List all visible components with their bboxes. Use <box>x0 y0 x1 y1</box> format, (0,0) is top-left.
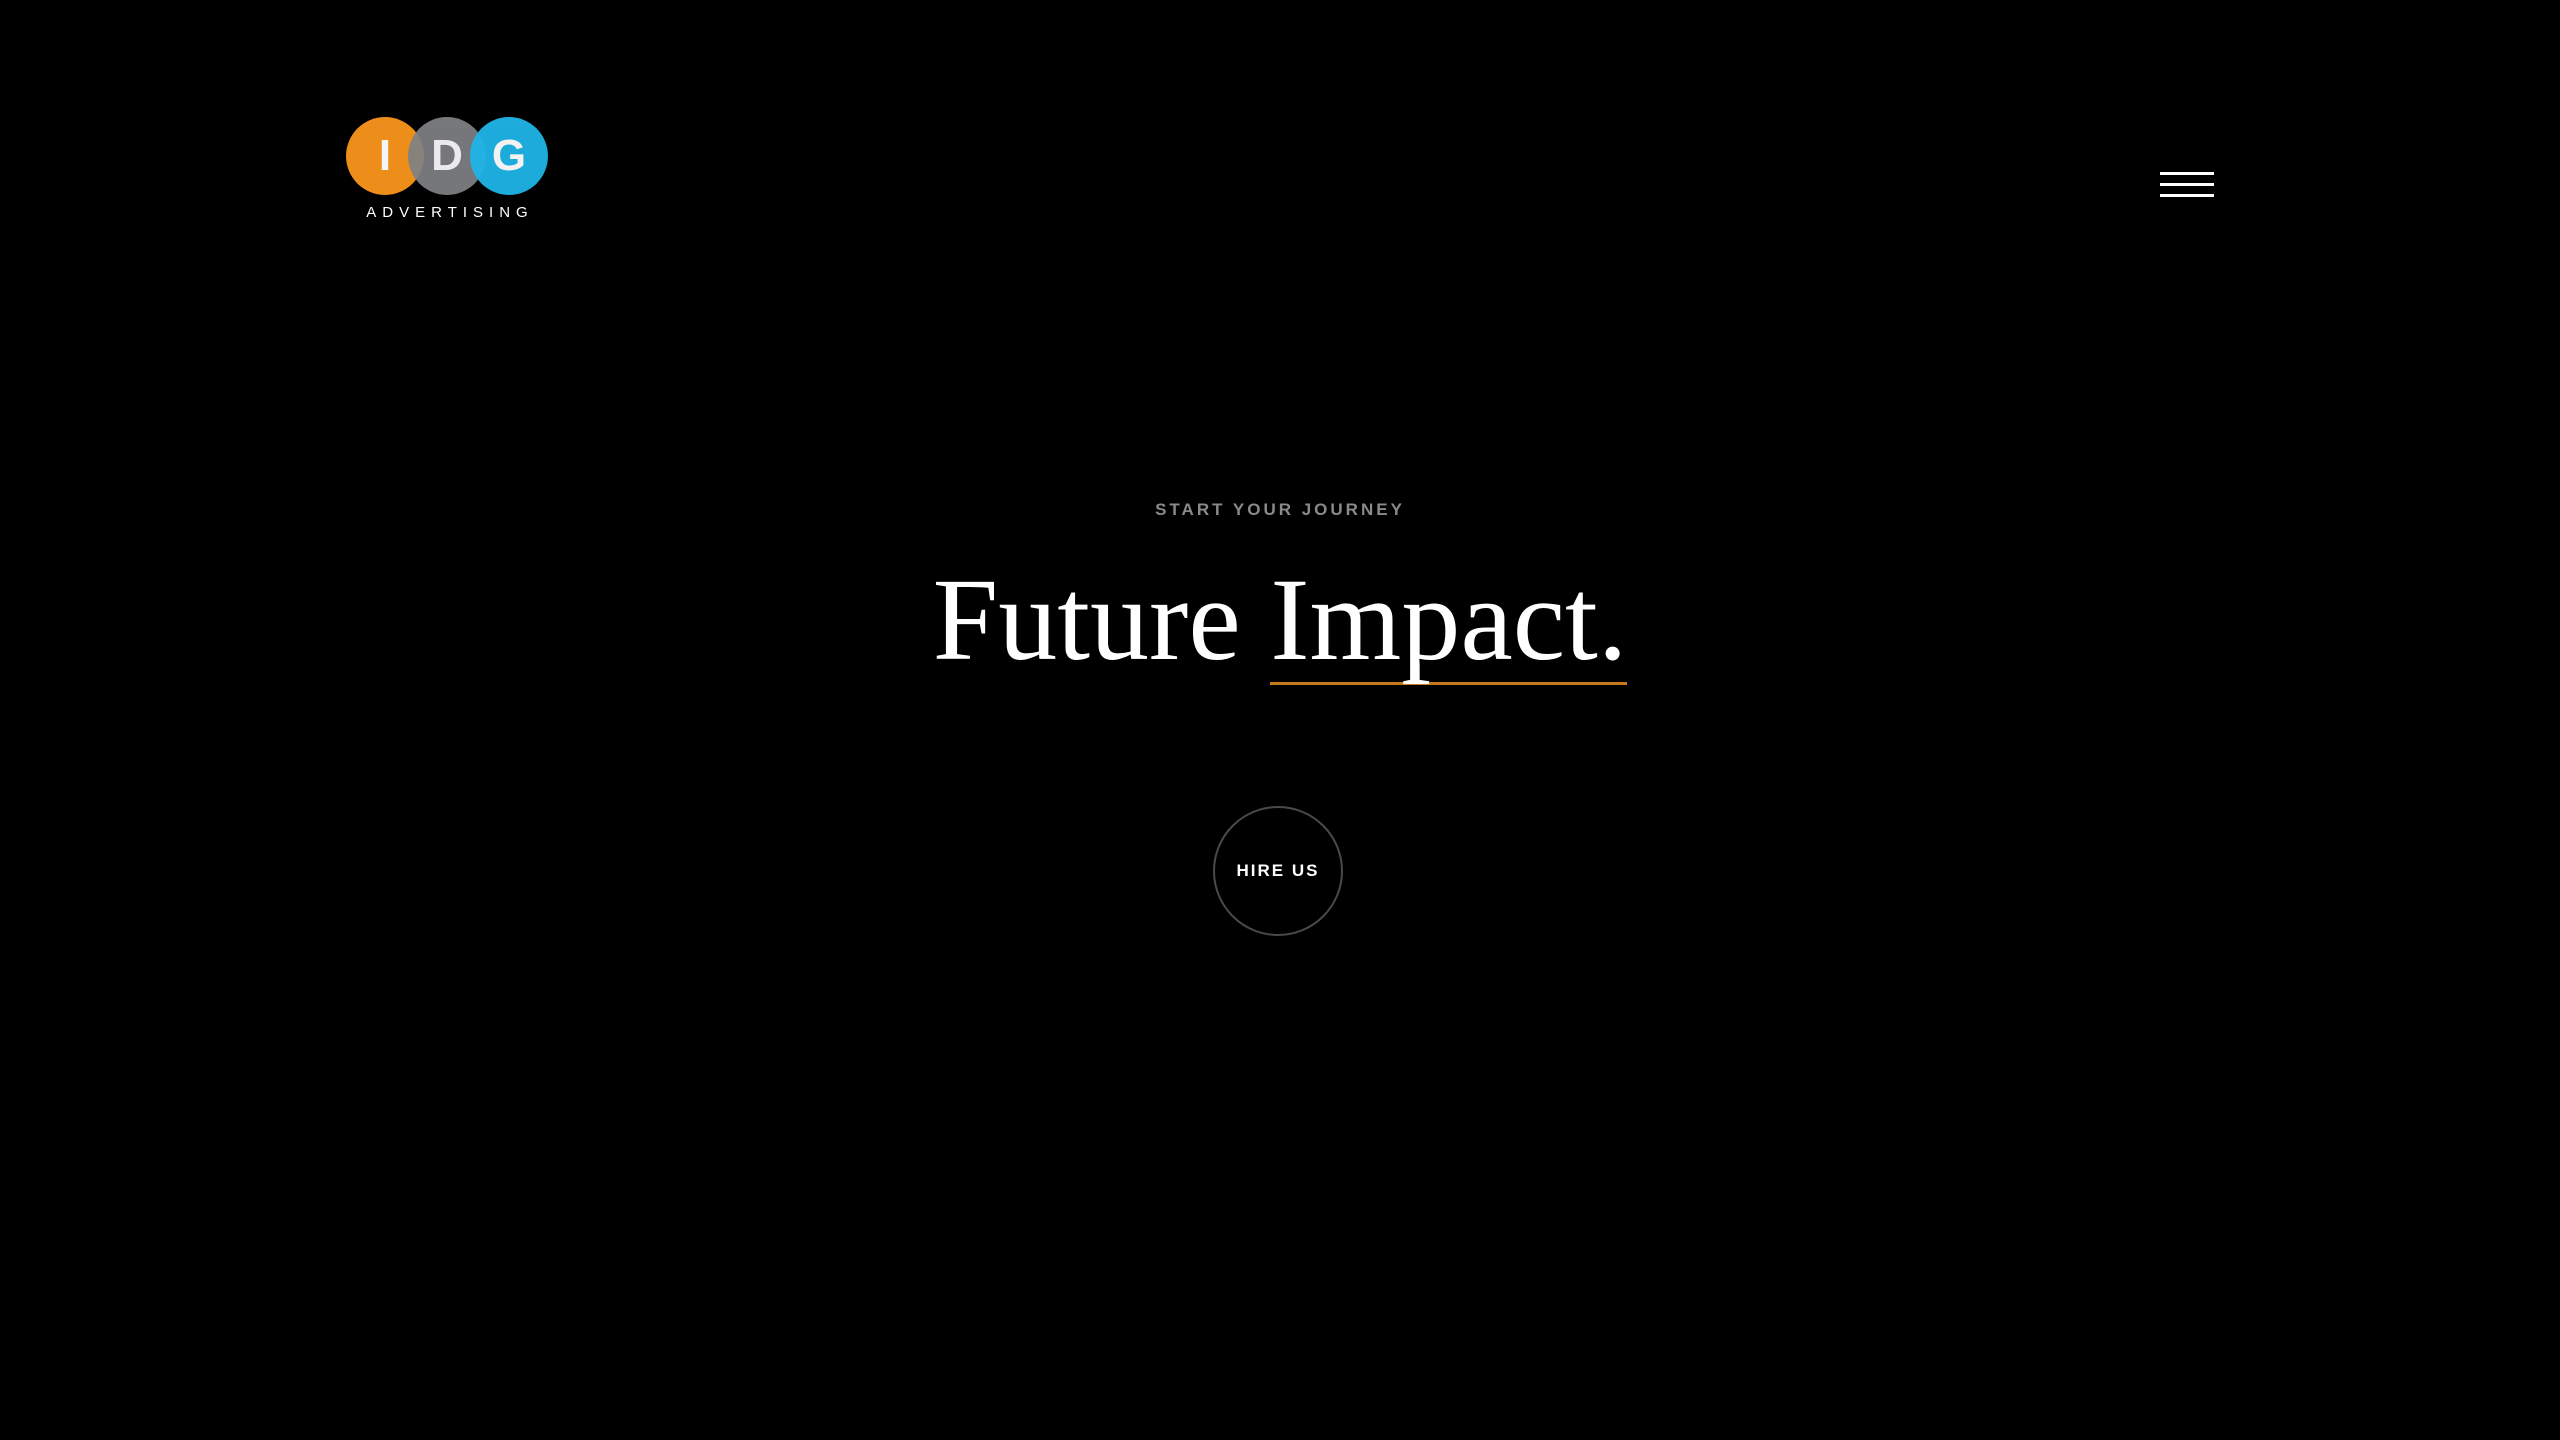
hero-headline: Future Impact. <box>0 545 2560 695</box>
hero-eyebrow: START YOUR JOURNEY <box>1155 500 1405 519</box>
menu-bar-top <box>2160 172 2214 175</box>
menu-bar-bottom <box>2160 194 2214 197</box>
logo-tagline: ADVERTISING <box>366 204 534 221</box>
headline-word-future: Future <box>932 554 1241 685</box>
logo-circle-g: G <box>470 117 548 195</box>
hamburger-menu-icon[interactable] <box>2160 168 2214 202</box>
idg-advertising-logo[interactable]: I D G ADVERTISING <box>346 117 548 223</box>
headline-word-impact: Impact. <box>1270 554 1628 685</box>
menu-bar-middle <box>2160 183 2214 186</box>
hire-us-button[interactable]: HIRE US <box>1213 806 1343 936</box>
